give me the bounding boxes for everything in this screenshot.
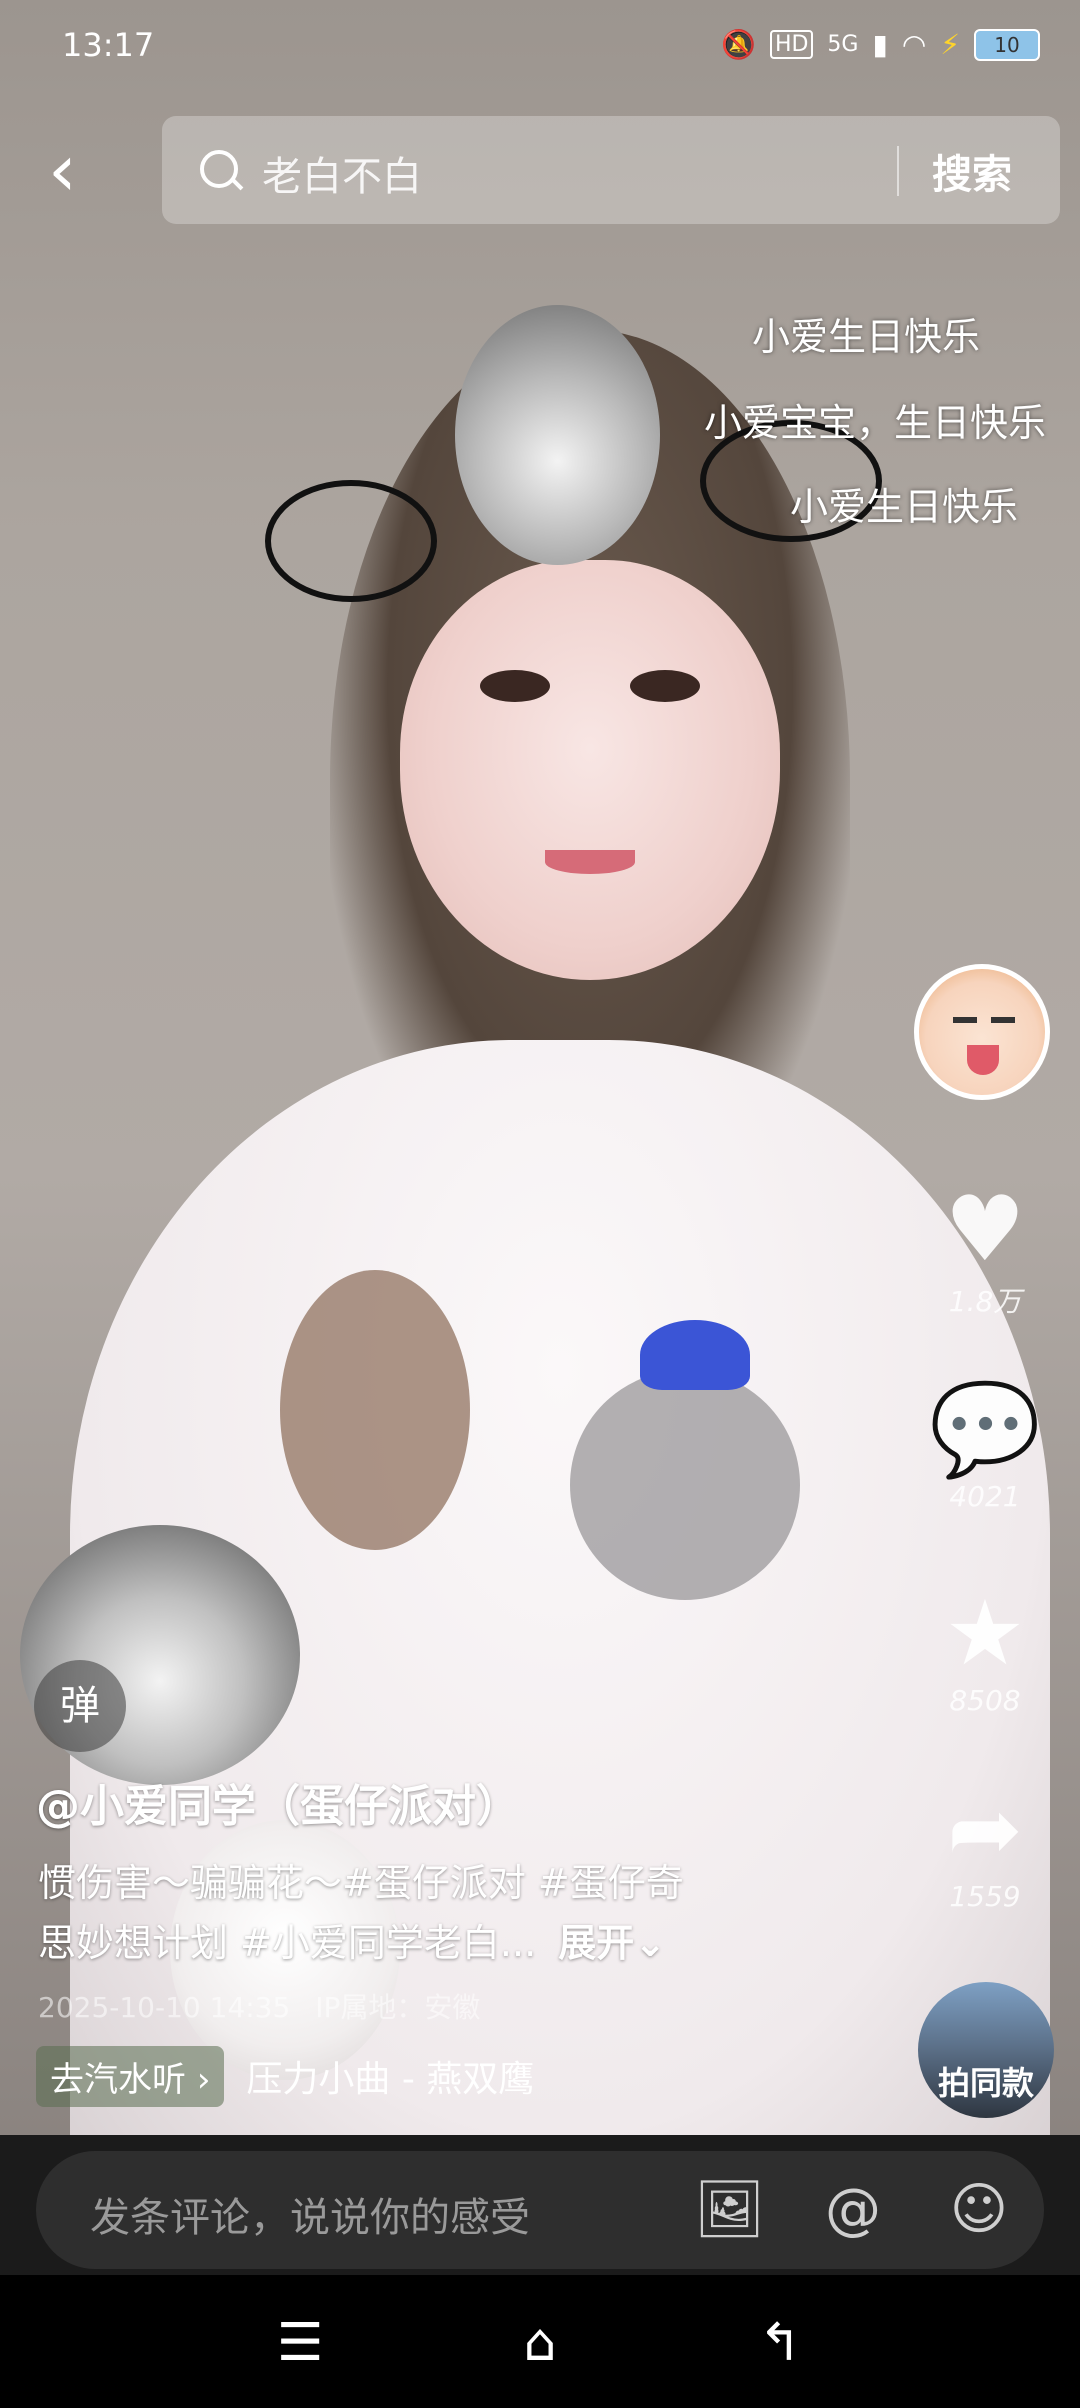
share-count: 1559 xyxy=(949,1880,1021,1913)
video-face-shape xyxy=(400,560,780,980)
expand-link[interactable]: 展开⌄ xyxy=(558,1921,666,1965)
heart-icon[interactable]: ♥ xyxy=(910,1180,1060,1280)
same-style-button[interactable]: 拍同款 xyxy=(918,1982,1054,2118)
network-label: 5G xyxy=(827,32,859,57)
system-nav-bar: ☰ ⌂ ↰ xyxy=(0,2275,1080,2408)
music-app-chip[interactable]: 去汽水听 › xyxy=(36,2045,225,2107)
share-action[interactable]: ➦ 1559 xyxy=(910,1780,1060,1914)
wifi-icon: ◠ xyxy=(901,28,927,61)
danmaku-comment-1: 小爱生日快乐 xyxy=(752,315,981,359)
danmaku-comment-3: 小爱生日快乐 xyxy=(790,485,1019,529)
post-timestamp: 2025-10-10 14:35 xyxy=(38,1991,291,2024)
favorite-action[interactable]: ★ 8508 xyxy=(910,1584,1060,1718)
back-arrow-icon[interactable]: ‹ xyxy=(48,130,108,210)
description-text-2: 思妙想计划 #小爱同学老白... xyxy=(38,1921,537,1965)
like-count: 1.8万 xyxy=(948,1285,1022,1318)
shirt-print-dog-left xyxy=(280,1270,470,1550)
comment-count: 4021 xyxy=(949,1480,1021,1513)
music-app-chip-label: 去汽水听 xyxy=(50,2059,186,2100)
post-meta: 2025-10-10 14:35 IP属地：安徽 xyxy=(38,1986,480,2026)
comment-bubble-icon[interactable]: 💬 xyxy=(910,1380,1060,1480)
back-icon[interactable]: ↰ xyxy=(740,2313,820,2373)
author-name[interactable]: @小爱同学（蛋仔派对） xyxy=(36,1770,520,1834)
video-mouth xyxy=(545,850,635,874)
search-query[interactable]: 老白不白 xyxy=(262,144,422,202)
signal-icon: ▮ xyxy=(872,28,888,61)
charging-icon: ⚡ xyxy=(940,28,960,61)
creator-avatar[interactable] xyxy=(914,964,1050,1100)
ip-location: IP属地：安徽 xyxy=(315,1991,481,2024)
status-bar: 13:17 🔕 HD 5G ▮ ◠ ⚡ 10 xyxy=(0,0,1080,90)
mute-icon: 🔕 xyxy=(721,28,756,61)
music-title[interactable]: 压力小曲 - 燕双鹰 xyxy=(246,2050,534,2102)
like-action[interactable]: ♥ 1.8万 xyxy=(910,1180,1060,1320)
avatar-eye-left xyxy=(953,1017,977,1023)
comment-bar: 发条评论，说说你的感受 🖼 @ ☺ xyxy=(0,2135,1080,2275)
video-eye-left xyxy=(480,670,550,702)
search-icon xyxy=(200,150,238,188)
menu-icon[interactable]: ☰ xyxy=(260,2313,340,2373)
home-icon[interactable]: ⌂ xyxy=(500,2313,580,2373)
image-icon[interactable]: 🖼 xyxy=(694,2177,765,2243)
comment-action[interactable]: 💬 4021 xyxy=(910,1380,1060,1514)
emoji-icon[interactable]: ☺ xyxy=(946,2177,1012,2243)
search-divider xyxy=(897,146,899,196)
description-line-1[interactable]: 惯伤害～骗骗花～#蛋仔派对 #蛋仔奇 xyxy=(38,1852,798,1907)
video-eye-right xyxy=(630,670,700,702)
battery-indicator: 10 xyxy=(974,28,1040,61)
chevron-right-icon: › xyxy=(196,2059,211,2100)
avatar-mouth xyxy=(967,1045,999,1075)
search-button[interactable]: 搜索 xyxy=(932,142,1012,200)
description-line-2[interactable]: 思妙想计划 #小爱同学老白... 展开⌄ xyxy=(38,1912,798,1967)
status-icons: 🔕 HD 5G ▮ ◠ ⚡ 10 xyxy=(721,28,1040,61)
sticker-puppy-top xyxy=(455,305,660,565)
shirt-print-dog-right xyxy=(570,1370,800,1600)
search-bar[interactable]: 老白不白 搜索 xyxy=(162,116,1060,224)
doodle-ear-left xyxy=(265,480,437,602)
same-style-label: 拍同款 xyxy=(937,2064,1034,2102)
comment-placeholder[interactable]: 发条评论，说说你的感受 xyxy=(90,2185,530,2243)
star-icon[interactable]: ★ xyxy=(910,1584,1060,1684)
shirt-print-cap xyxy=(640,1320,750,1390)
chevron-down-icon: ⌄ xyxy=(634,1921,667,1965)
danmaku-toggle-button[interactable]: 弹 xyxy=(34,1660,126,1752)
hd-icon: HD xyxy=(769,30,814,59)
favorite-count: 8508 xyxy=(949,1684,1021,1717)
danmaku-comment-2: 小爱宝宝，生日快乐 xyxy=(704,401,1047,445)
status-time: 13:17 xyxy=(62,26,155,64)
music-row[interactable]: 去汽水听 › 压力小曲 - 燕双鹰 xyxy=(36,2045,534,2107)
share-arrow-icon[interactable]: ➦ xyxy=(910,1780,1060,1880)
avatar-eye-right xyxy=(991,1017,1015,1023)
expand-label: 展开 xyxy=(558,1921,635,1965)
at-mention-icon[interactable]: @ xyxy=(820,2177,886,2243)
